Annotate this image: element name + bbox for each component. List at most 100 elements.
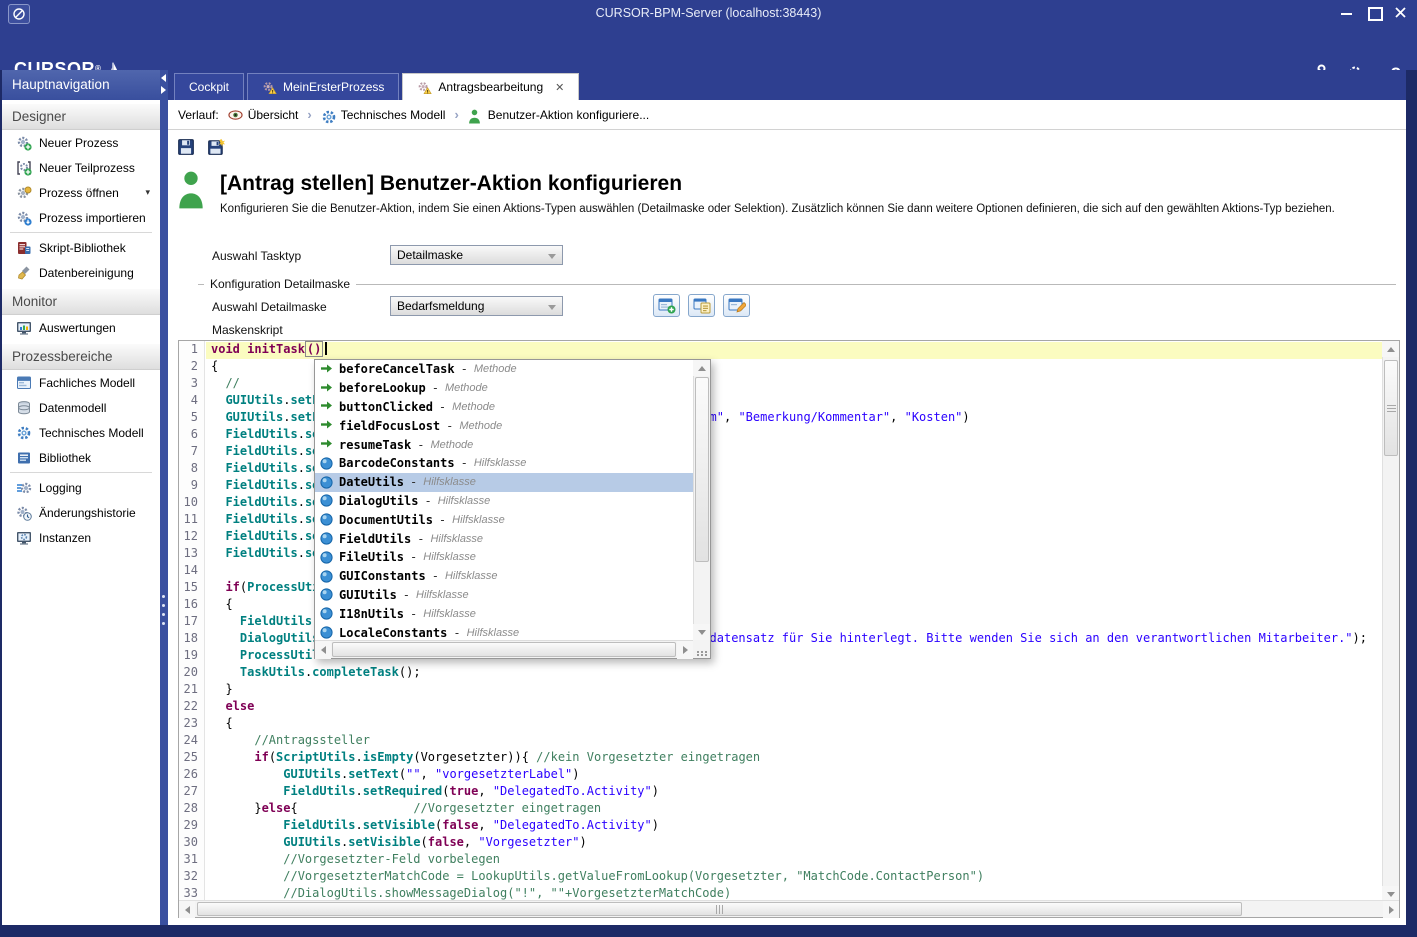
sidebar-item-prozess-oeffnen[interactable]: Prozess öffnen▾	[2, 180, 160, 205]
maximize-button[interactable]	[1367, 6, 1380, 19]
autocomplete-item[interactable]: LocaleConstants - Hilfsklasse	[315, 623, 693, 640]
editor-vertical-scrollbar[interactable]	[1382, 341, 1399, 902]
sidebar-item-logging[interactable]: Logging	[2, 475, 160, 500]
sidebar-splitter[interactable]	[160, 70, 168, 925]
popup-vertical-scroll-thumb[interactable]	[695, 377, 709, 562]
code-line[interactable]: //VorgesetzterMatchCode = LookupUtils.ge…	[206, 869, 1382, 886]
script-editor[interactable]: 1234567891011121314151617181920212223242…	[178, 340, 1400, 918]
autocomplete-item[interactable]: resumeTask - Methode	[315, 435, 693, 454]
code-line[interactable]: FieldUtils.setRequired(true, "DelegatedT…	[206, 784, 1382, 801]
autocomplete-item[interactable]: GUIConstants - Hilfsklasse	[315, 567, 693, 586]
editor-horizontal-scrollbar[interactable]	[179, 900, 1399, 917]
code-segment: FieldUtils	[240, 614, 312, 628]
code-line[interactable]: //Vorgesetzter-Feld vorbelegen	[206, 852, 1382, 869]
code-segment: }	[211, 801, 262, 815]
vertical-scroll-thumb[interactable]	[1384, 360, 1398, 456]
autocomplete-item[interactable]: FileUtils - Hilfsklasse	[315, 548, 693, 567]
scroll-right-icon[interactable]	[677, 641, 693, 659]
popup-resize-grip[interactable]	[693, 640, 710, 658]
scroll-right-icon[interactable]	[1383, 901, 1399, 918]
autocomplete-item[interactable]: I18nUtils - Hilfsklasse	[315, 604, 693, 623]
autocomplete-item[interactable]: DateUtils - Hilfsklasse	[315, 473, 693, 492]
text-caret	[325, 342, 327, 355]
sidebar-item-bibliothek[interactable]: Bibliothek	[2, 445, 160, 470]
line-number: 23	[179, 716, 204, 733]
edit-detailmaske-button[interactable]	[723, 294, 750, 317]
tab-antragsbearbeitung[interactable]: Antragsbearbeitung✕	[402, 73, 579, 100]
detailmaske-select[interactable]: Bedarfsmeldung	[390, 296, 563, 316]
minimize-button[interactable]	[1340, 6, 1353, 19]
sidebar-item-skript-bibliothek[interactable]: Skript-Bibliothek	[2, 235, 160, 260]
sidebar-item-prozess-importieren[interactable]: Prozess importieren	[2, 205, 160, 230]
suggestion-name: DateUtils	[339, 475, 404, 489]
save-as-button[interactable]	[206, 137, 226, 157]
autocomplete-item[interactable]: BarcodeConstants - Hilfsklasse	[315, 454, 693, 473]
autocomplete-item[interactable]: beforeLookup - Methode	[315, 379, 693, 398]
code-line[interactable]: //Antragssteller	[206, 733, 1382, 750]
tab-cockpit[interactable]: Cockpit	[174, 73, 244, 100]
sidebar-item-auswertungen[interactable]: Auswertungen	[2, 315, 160, 340]
tasktyp-select[interactable]: Detailmaske	[390, 245, 563, 265]
splitter-collapse-icons[interactable]	[161, 74, 166, 94]
autocomplete-item[interactable]: FieldUtils - Hilfsklasse	[315, 529, 693, 548]
code-segment	[211, 495, 225, 509]
chevron-down-icon[interactable]: ▾	[145, 187, 150, 198]
sidebar-item-label: Prozess importieren	[39, 211, 146, 225]
code-segment: {	[211, 716, 233, 730]
add-detailmaske-button[interactable]	[653, 294, 680, 317]
code-segment: else	[262, 801, 291, 815]
popup-horizontal-scroll-thumb[interactable]	[332, 642, 676, 657]
code-line[interactable]: FieldUtils.setVisible(false, "DelegatedT…	[206, 818, 1382, 835]
close-button[interactable]	[1394, 6, 1407, 19]
scroll-up-icon[interactable]	[693, 360, 710, 376]
breadcrumb-item[interactable]: Übersicht	[228, 108, 299, 122]
popup-vertical-scrollbar[interactable]	[693, 360, 710, 640]
autocomplete-item[interactable]: DocumentUtils - Hilfsklasse	[315, 510, 693, 529]
method-arrow-icon	[320, 382, 333, 395]
scroll-left-icon[interactable]	[179, 901, 195, 918]
code-line[interactable]: }	[206, 682, 1382, 699]
breadcrumb-separator-icon: ›	[307, 107, 311, 122]
code-line[interactable]: void initTask()	[206, 342, 1382, 359]
autocomplete-item[interactable]: fieldFocusLost - Methode	[315, 416, 693, 435]
scroll-left-icon[interactable]	[315, 641, 331, 659]
form-edit-icon	[728, 298, 746, 314]
save-button[interactable]	[176, 137, 196, 157]
sidebar-item-neuer-prozess[interactable]: Neuer Prozess	[2, 130, 160, 155]
gear-open-icon	[16, 185, 32, 201]
code-segment: true	[449, 784, 478, 798]
sidebar-item-datenmodell[interactable]: Datenmodell	[2, 395, 160, 420]
scroll-down-icon[interactable]	[693, 624, 710, 640]
horizontal-scroll-thumb[interactable]	[197, 902, 1242, 916]
scroll-up-icon[interactable]	[1382, 341, 1399, 357]
code-segment: );	[1353, 631, 1367, 645]
code-line[interactable]: GUIUtils.setVisible(false, "Vorgesetzter…	[206, 835, 1382, 852]
code-line[interactable]: }else{ //Vorgesetzter eingetragen	[206, 801, 1382, 818]
sidebar-item-fachliches-modell[interactable]: Fachliches Modell	[2, 370, 160, 395]
suggestion-separator: -	[410, 607, 417, 621]
autocomplete-item[interactable]: buttonClicked - Methode	[315, 398, 693, 417]
autocomplete-item[interactable]: beforeCancelTask - Methode	[315, 360, 693, 379]
sidebar-item-neuer-teilprozess[interactable]: Neuer Teilprozess	[2, 155, 160, 180]
code-line[interactable]: {	[206, 716, 1382, 733]
sidebar-item-aenderungshistorie[interactable]: Änderungshistorie	[2, 500, 160, 525]
autocomplete-item[interactable]: GUIUtils - Hilfsklasse	[315, 586, 693, 605]
sidebar-item-instanzen[interactable]: Instanzen	[2, 525, 160, 550]
code-line[interactable]: TaskUtils.completeTask();	[206, 665, 1382, 682]
code-segment: setRequired	[363, 784, 442, 798]
autocomplete-item[interactable]: DialogUtils - Hilfsklasse	[315, 492, 693, 511]
tab-meinersterprozess[interactable]: MeinErsterProzess	[247, 73, 399, 100]
code-line[interactable]: if(ScriptUtils.isEmpty(Vorgesetzter)){ /…	[206, 750, 1382, 767]
copy-detailmaske-button[interactable]	[688, 294, 715, 317]
suggestion-separator: -	[417, 438, 424, 452]
code-line[interactable]: else	[206, 699, 1382, 716]
breadcrumb-item[interactable]: Technisches Modell	[321, 108, 446, 122]
breadcrumb-item[interactable]: Benutzer-Aktion konfiguriere...	[468, 108, 649, 122]
popup-horizontal-scrollbar[interactable]	[315, 640, 693, 658]
code-segment	[211, 818, 283, 832]
code-line[interactable]: GUIUtils.setText("", "vorgesetzterLabel"…	[206, 767, 1382, 784]
code-segment: if	[254, 750, 268, 764]
sidebar-item-technisches-modell[interactable]: Technisches Modell	[2, 420, 160, 445]
sidebar-item-datenbereinigung[interactable]: Datenbereinigung	[2, 260, 160, 285]
close-tab-icon[interactable]: ✕	[555, 81, 564, 94]
